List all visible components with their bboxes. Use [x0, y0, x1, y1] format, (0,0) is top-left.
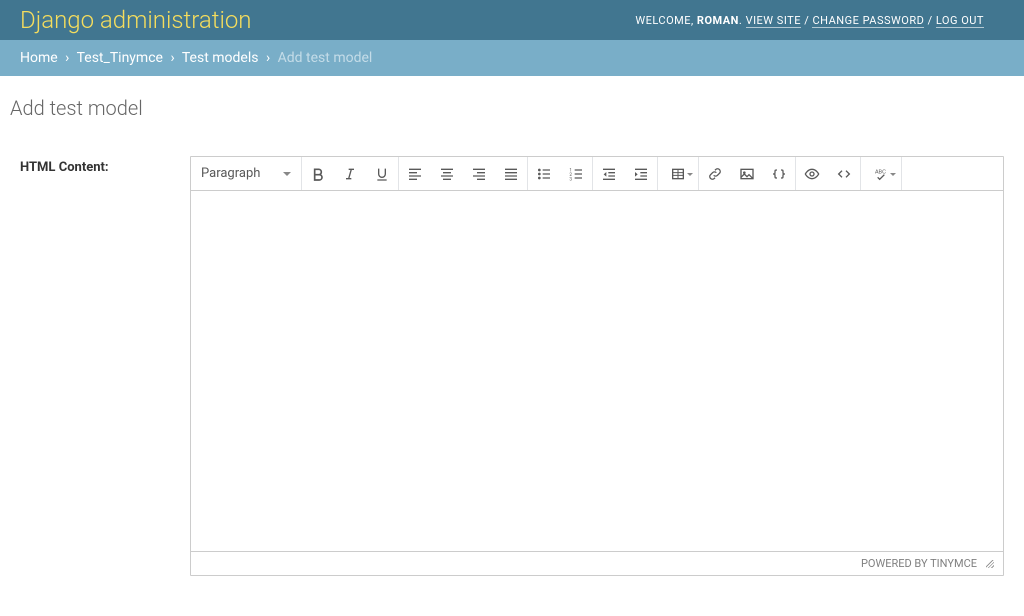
log-out-link[interactable]: LOG OUT	[936, 14, 984, 28]
breadcrumb-model[interactable]: Test models	[182, 50, 259, 66]
editor-textarea[interactable]	[191, 191, 1003, 551]
dot: .	[739, 14, 746, 27]
align-justify-icon	[503, 166, 519, 182]
format-select[interactable]: Paragraph	[191, 157, 301, 190]
bold-icon	[310, 166, 326, 182]
breadcrumb-sep: ›	[166, 50, 178, 66]
editor-statusbar: POWERED BY TINYMCE	[191, 551, 1003, 575]
html-content-label: HTML Content:	[20, 156, 190, 175]
bold-button[interactable]	[302, 157, 334, 190]
align-justify-button[interactable]	[495, 157, 527, 190]
content: Add test model HTML Content: Paragraph	[0, 76, 1024, 584]
align-right-button[interactable]	[463, 157, 495, 190]
underline-icon	[374, 166, 390, 182]
italic-button[interactable]	[334, 157, 366, 190]
powered-by-label: POWERED BY TINYMCE	[861, 557, 977, 570]
code-icon	[836, 166, 852, 182]
indent-icon	[633, 166, 649, 182]
toolbar-group-format: Paragraph	[191, 157, 302, 190]
toolbar-group-indent	[593, 157, 658, 190]
image-icon	[739, 166, 755, 182]
align-right-icon	[471, 166, 487, 182]
breadcrumb-home[interactable]: Home	[20, 50, 58, 66]
breadcrumb-app[interactable]: Test_Tinymce	[77, 50, 163, 66]
username: ROMAN	[697, 14, 739, 27]
code-button[interactable]	[828, 157, 860, 190]
codesample-icon	[771, 166, 787, 182]
toolbar-group-align	[399, 157, 528, 190]
toolbar-group-lists: 123	[528, 157, 593, 190]
spellcheck-button[interactable]: ABC	[861, 157, 901, 190]
tinymce-editor: Paragraph	[190, 156, 1004, 576]
eye-icon	[804, 166, 820, 182]
toolbar-group-table	[658, 157, 699, 190]
branding-title: Django administration	[20, 6, 252, 34]
align-left-icon	[407, 166, 423, 182]
link-button[interactable]	[699, 157, 731, 190]
form-row-html-content: HTML Content: Paragraph	[20, 148, 1004, 584]
resize-handle[interactable]	[985, 559, 995, 569]
preview-button[interactable]	[796, 157, 828, 190]
user-tools: WELCOME, ROMAN. VIEW SITE / CHANGE PASSW…	[635, 14, 984, 27]
toolbar-group-view	[796, 157, 861, 190]
outdent-icon	[601, 166, 617, 182]
outdent-button[interactable]	[593, 157, 625, 190]
codesample-button[interactable]	[763, 157, 795, 190]
toolbar-group-insert	[699, 157, 796, 190]
page-title: Add test model	[10, 96, 1004, 120]
italic-icon	[342, 166, 358, 182]
admin-header: Django administration WELCOME, ROMAN. VI…	[0, 0, 1024, 40]
link-icon	[707, 166, 723, 182]
bullet-list-button[interactable]	[528, 157, 560, 190]
welcome-prefix: WELCOME,	[635, 14, 697, 27]
align-left-button[interactable]	[399, 157, 431, 190]
spellcheck-icon: ABC	[873, 166, 889, 182]
toolbar-group-text	[302, 157, 399, 190]
underline-button[interactable]	[366, 157, 398, 190]
breadcrumb-sep: ›	[262, 50, 274, 66]
svg-text:3: 3	[569, 176, 572, 181]
indent-button[interactable]	[625, 157, 657, 190]
table-button[interactable]	[658, 157, 698, 190]
align-center-icon	[439, 166, 455, 182]
table-icon	[670, 166, 686, 182]
change-password-link[interactable]: CHANGE PASSWORD	[812, 14, 924, 28]
number-list-button[interactable]: 123	[560, 157, 592, 190]
bullet-list-icon	[536, 166, 552, 182]
breadcrumb-sep: ›	[61, 50, 73, 66]
toolbar-group-spellcheck: ABC	[861, 157, 902, 190]
format-select-label: Paragraph	[201, 166, 260, 181]
editor-toolbar: Paragraph	[191, 157, 1003, 191]
image-button[interactable]	[731, 157, 763, 190]
align-center-button[interactable]	[431, 157, 463, 190]
svg-text:ABC: ABC	[875, 169, 886, 175]
slash1: /	[801, 14, 813, 27]
slash2: /	[924, 14, 936, 27]
view-site-link[interactable]: VIEW SITE	[746, 14, 801, 28]
breadcrumbs: Home › Test_Tinymce › Test models › Add …	[0, 40, 1024, 76]
number-list-icon: 123	[568, 166, 584, 182]
breadcrumb-current: Add test model	[278, 50, 373, 66]
